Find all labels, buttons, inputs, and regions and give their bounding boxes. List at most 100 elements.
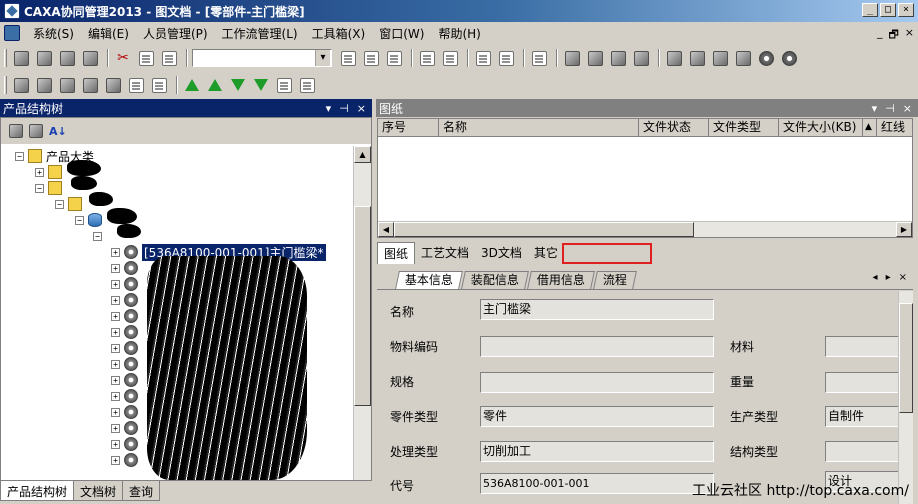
tb-button-2[interactable]	[34, 48, 54, 68]
tree-expander[interactable]: +	[111, 295, 120, 305]
tab-product-tree[interactable]: 产品结构树	[0, 481, 75, 501]
tb-button-18[interactable]	[687, 48, 707, 68]
grid-horizontal-scrollbar[interactable]: ◀ ▶	[378, 221, 912, 237]
tree-node[interactable]: +	[111, 308, 142, 324]
tb-button-4[interactable]	[80, 48, 100, 68]
tb-button-14[interactable]	[585, 48, 605, 68]
sort-az-icon[interactable]: A↓	[49, 125, 67, 138]
field-material-code[interactable]	[480, 336, 714, 357]
mdi-restore-button[interactable]: 🗗	[888, 26, 898, 45]
tree-expander[interactable]: +	[111, 279, 120, 289]
sort-button[interactable]	[274, 75, 294, 95]
col-file-type[interactable]: 文件类型	[709, 119, 779, 136]
tree-node[interactable]: +	[111, 388, 142, 404]
scroll-right-icon[interactable]: ▶	[896, 222, 912, 237]
tree-expander[interactable]: −	[35, 183, 44, 193]
scroll-thumb[interactable]	[899, 303, 913, 413]
tree-panel-pin-button[interactable]: ⊣	[339, 102, 349, 115]
tb2-button-1[interactable]	[11, 75, 31, 95]
tree-collapse-icon[interactable]	[29, 124, 43, 138]
field-spec[interactable]	[480, 372, 714, 393]
tb-button-3[interactable]	[57, 48, 77, 68]
col-file-size[interactable]: 文件大小(KB)	[779, 119, 863, 136]
tab-workflow[interactable]: 流程	[593, 271, 637, 289]
tree-expander[interactable]: +	[111, 247, 120, 257]
tree-node[interactable]: +	[111, 420, 142, 436]
tab-assembly-info[interactable]: 装配信息	[461, 271, 529, 289]
field-process-type[interactable]: 切削加工	[480, 441, 714, 462]
tree-vertical-scrollbar[interactable]: ▲	[353, 146, 371, 480]
col-file-status[interactable]: 文件状态	[639, 119, 709, 136]
menu-system[interactable]: 系统(S)	[26, 25, 81, 42]
tb-button-15[interactable]	[608, 48, 628, 68]
tree-node[interactable]: −	[35, 180, 66, 196]
mdi-close-button[interactable]: ×	[905, 26, 914, 45]
tb-button-12[interactable]	[529, 48, 549, 68]
col-index[interactable]: 序号	[378, 119, 439, 136]
menu-window[interactable]: 窗口(W)	[372, 25, 431, 42]
tree-node[interactable]: +	[111, 404, 142, 420]
tree-expander[interactable]: +	[111, 311, 120, 321]
tab-close-icon[interactable]: ×	[899, 272, 907, 283]
tab-process-docs[interactable]: 工艺文档	[415, 242, 475, 264]
move-down-button[interactable]	[228, 75, 248, 95]
col-name[interactable]: 名称	[439, 119, 639, 136]
tree-expander[interactable]: −	[15, 151, 24, 161]
col-redline[interactable]: 红线	[877, 119, 912, 136]
tree-expander[interactable]: +	[111, 327, 120, 337]
scroll-thumb[interactable]	[394, 222, 694, 237]
paste-button[interactable]	[159, 48, 179, 68]
tree-node[interactable]: +	[111, 340, 142, 356]
move-up-button[interactable]	[205, 75, 225, 95]
tb2-button-2[interactable]	[34, 75, 54, 95]
tree-node[interactable]: +	[111, 260, 142, 276]
tree-expander[interactable]: +	[111, 263, 120, 273]
tree-node[interactable]: +	[111, 452, 142, 468]
menu-help[interactable]: 帮助(H)	[431, 25, 487, 42]
tab-drawings[interactable]: 图纸	[377, 242, 416, 264]
tb-button-9[interactable]	[440, 48, 460, 68]
scroll-thumb[interactable]	[354, 206, 371, 406]
drawing-panel-close-button[interactable]: ×	[903, 102, 912, 115]
minimize-button[interactable]: _	[862, 3, 878, 17]
tb-button-11[interactable]	[496, 48, 516, 68]
tree-node[interactable]: +	[111, 372, 142, 388]
tree-expander[interactable]: +	[111, 375, 120, 385]
sort-up-icon[interactable]: ▲	[863, 119, 877, 136]
field-name[interactable]: 主门槛梁	[480, 299, 714, 320]
tree-node[interactable]: +	[111, 356, 142, 372]
menu-edit[interactable]: 编辑(E)	[81, 25, 136, 42]
move-top-button[interactable]	[182, 75, 202, 95]
tree-node[interactable]: −	[55, 196, 86, 212]
menu-workflow[interactable]: 工作流管理(L)	[215, 25, 305, 42]
mdi-minimize-button[interactable]: _	[877, 26, 883, 45]
tb-button-13[interactable]	[562, 48, 582, 68]
tb2-button-5[interactable]	[103, 75, 123, 95]
tree-panel-close-button[interactable]: ×	[357, 102, 366, 115]
tree-expander[interactable]: −	[75, 215, 84, 225]
tree-node[interactable]: −	[75, 212, 106, 228]
tree-node[interactable]: +	[35, 164, 66, 180]
tb-button-16[interactable]	[631, 48, 651, 68]
check-button[interactable]	[297, 75, 317, 95]
tree-expand-icon[interactable]	[9, 124, 23, 138]
menu-personnel[interactable]: 人员管理(P)	[136, 25, 215, 42]
menu-toolbox[interactable]: 工具箱(X)	[305, 25, 373, 42]
tb-button-8[interactable]	[417, 48, 437, 68]
tb-button-21[interactable]	[756, 48, 776, 68]
panel-splitter[interactable]	[372, 99, 376, 504]
tree-node[interactable]: +	[111, 436, 142, 452]
tb2-button-3[interactable]	[57, 75, 77, 95]
tab-next-icon[interactable]: ▸	[886, 272, 891, 283]
toolbar-combo[interactable]	[192, 49, 332, 67]
tree-expander[interactable]: +	[111, 359, 120, 369]
drawing-panel-menu-button[interactable]: ▾	[872, 102, 878, 115]
tree-expander[interactable]: −	[55, 199, 64, 209]
tb-button-6[interactable]	[361, 48, 381, 68]
tb2-button-6[interactable]	[126, 75, 146, 95]
tb2-button-4[interactable]	[80, 75, 100, 95]
field-part-type[interactable]: 零件	[480, 406, 714, 427]
form-vertical-scrollbar[interactable]	[898, 291, 913, 504]
tree-node[interactable]: +	[111, 292, 142, 308]
tree-expander[interactable]: +	[111, 407, 120, 417]
